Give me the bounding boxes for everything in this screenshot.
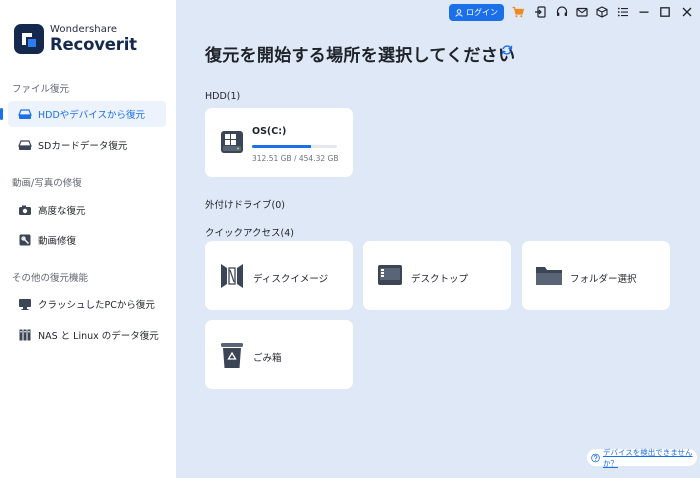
drive-usage-fill bbox=[252, 145, 311, 148]
quick-item-select-folder[interactable]: フォルダー選択 bbox=[522, 241, 670, 310]
sidebar-item-label: HDDやデバイスから復元 bbox=[38, 110, 145, 121]
nas-icon bbox=[19, 329, 31, 341]
desktop-icon bbox=[378, 265, 402, 285]
sidebar-item-nas-linux[interactable]: NAS と Linux のデータ復元 bbox=[8, 322, 166, 348]
camera-icon bbox=[19, 205, 31, 215]
help-link-device-not-found[interactable]: デバイスを検出できませんか？ bbox=[587, 447, 697, 468]
quick-item-desktop[interactable]: デスクトップ bbox=[363, 241, 511, 310]
login-button[interactable]: ログイン bbox=[449, 4, 504, 21]
drive-name: OS(C:) bbox=[252, 126, 287, 137]
quick-item-label: フォルダー選択 bbox=[570, 274, 637, 285]
sidebar-item-hdd-recovery[interactable]: HDDやデバイスから復元 bbox=[8, 101, 166, 127]
refresh-icon[interactable] bbox=[501, 44, 513, 56]
folder-icon bbox=[536, 267, 562, 285]
video-repair-icon bbox=[19, 234, 31, 246]
active-indicator bbox=[0, 108, 3, 120]
cart-icon[interactable] bbox=[512, 6, 524, 18]
drive-size: 312.51 GB / 454.32 GB bbox=[252, 154, 339, 163]
drive-usage-bar bbox=[252, 145, 337, 148]
recycle-bin-icon bbox=[221, 343, 243, 368]
quick-item-disk-image[interactable]: ディスクイメージ bbox=[205, 241, 353, 310]
quick-item-label: ごみ箱 bbox=[253, 353, 282, 364]
section-title-video-photo: 動画/写真の修復 bbox=[12, 178, 82, 189]
help-link-text: デバイスを検出できませんか？ bbox=[602, 447, 693, 468]
hdd-icon bbox=[18, 109, 32, 119]
minimize-icon[interactable] bbox=[638, 6, 650, 18]
login-label: ログイン bbox=[466, 8, 498, 17]
sd-card-icon bbox=[18, 140, 32, 150]
sidebar: Wondershare Recoverit ファイル復元 HDDやデバイスから復… bbox=[0, 0, 176, 478]
external-group-label: 外付けドライブ(0) bbox=[205, 200, 285, 211]
box-icon[interactable] bbox=[596, 6, 608, 18]
question-icon bbox=[591, 453, 600, 462]
sidebar-item-label: NAS と Linux のデータ復元 bbox=[38, 331, 159, 342]
section-title-file-recovery: ファイル復元 bbox=[12, 84, 70, 95]
quick-item-recycle-bin[interactable]: ごみ箱 bbox=[205, 320, 353, 389]
sidebar-item-crashed-pc[interactable]: クラッシュしたPCから復元 bbox=[8, 291, 166, 317]
sidebar-item-label: クラッシュしたPCから復元 bbox=[38, 300, 155, 311]
hard-drive-icon bbox=[221, 131, 243, 153]
sidebar-item-label: 動画修復 bbox=[38, 236, 77, 247]
sidebar-item-sd-card-recovery[interactable]: SDカードデータ復元 bbox=[8, 132, 166, 158]
brand-name: Wondershare bbox=[50, 23, 118, 35]
menu-icon[interactable] bbox=[617, 6, 629, 18]
user-icon bbox=[455, 8, 463, 17]
mail-icon[interactable] bbox=[576, 6, 588, 18]
hdd-group-label: HDD(1) bbox=[205, 91, 241, 102]
sidebar-item-advanced-recovery[interactable]: 高度な復元 bbox=[8, 197, 166, 223]
signin-icon[interactable] bbox=[534, 6, 546, 18]
product-name: Recoverit bbox=[50, 34, 137, 54]
maximize-icon[interactable] bbox=[659, 6, 671, 18]
quick-item-label: デスクトップ bbox=[411, 274, 469, 285]
sidebar-item-label: SDカードデータ復元 bbox=[38, 141, 128, 152]
disk-image-icon bbox=[221, 264, 243, 288]
drive-card-c[interactable]: OS(C:) 312.51 GB / 454.32 GB bbox=[205, 108, 353, 177]
section-title-other-features: その他の復元機能 bbox=[12, 273, 89, 284]
quick-access-label: クイックアクセス(4) bbox=[205, 228, 294, 239]
close-icon[interactable] bbox=[681, 6, 693, 18]
sidebar-item-video-repair[interactable]: 動画修復 bbox=[8, 227, 166, 253]
monitor-icon bbox=[19, 299, 31, 310]
recoverit-logo-icon bbox=[14, 24, 44, 54]
sidebar-item-label: 高度な復元 bbox=[38, 206, 86, 217]
app-logo: Wondershare Recoverit bbox=[14, 24, 137, 54]
headset-icon[interactable] bbox=[556, 6, 568, 18]
page-title: 復元を開始する場所を選択してください bbox=[205, 46, 516, 66]
quick-item-label: ディスクイメージ bbox=[253, 274, 329, 285]
